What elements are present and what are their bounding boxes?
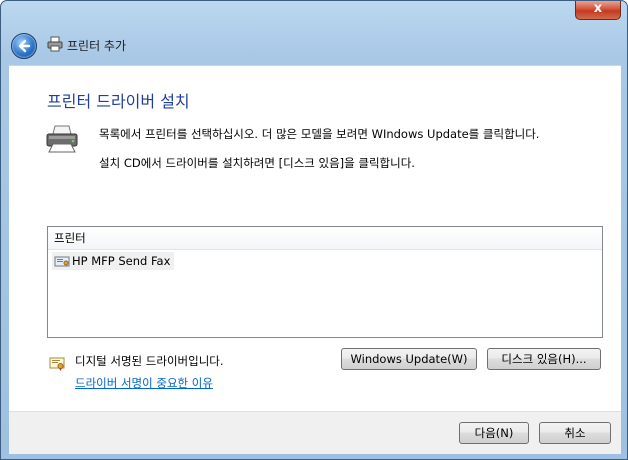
list-column-header[interactable]: 프린터: [48, 227, 602, 250]
dialog-window: x 프린터 추가 프린터 드라이버 설치 목록에서 프린터를 선택하십시오. 더…: [0, 0, 628, 460]
printer-listbox[interactable]: 프린터 HP MFP Send Fax: [47, 226, 603, 338]
list-item[interactable]: HP MFP Send Fax: [52, 252, 175, 270]
list-item-label: HP MFP Send Fax: [72, 254, 171, 268]
instruction-text: 목록에서 프린터를 선택하십시오. 더 많은 모델을 보려면 WIndows U…: [99, 127, 540, 141]
page-title: 프린터 드라이버 설치: [47, 92, 190, 111]
back-arrow-icon: [18, 39, 31, 53]
signature-status: 디지털 서명된 드라이버입니다.: [75, 354, 224, 368]
cancel-button[interactable]: 취소: [539, 422, 611, 444]
close-icon: x: [593, 1, 603, 16]
next-button[interactable]: 다음(N): [459, 422, 529, 444]
printer-icon: [47, 36, 63, 52]
close-button[interactable]: x: [575, 1, 621, 20]
back-button[interactable]: [11, 33, 37, 59]
windows-update-button[interactable]: Windows Update(W): [341, 348, 477, 370]
signature-info-link[interactable]: 드라이버 서명이 중요한 이유: [75, 375, 213, 391]
fax-printer-icon: [54, 256, 70, 267]
footer-bar: 다음(N) 취소: [9, 411, 621, 454]
content-area: 프린터 드라이버 설치 목록에서 프린터를 선택하십시오. 더 많은 모델을 보…: [9, 65, 621, 412]
navigation-bar: 프린터 추가: [9, 25, 621, 65]
certificate-icon: [49, 357, 65, 371]
printer-icon: [46, 125, 78, 153]
instruction-text-cd: 설치 CD에서 드라이버를 설치하려면 [디스크 있음]을 클릭합니다.: [99, 156, 415, 170]
have-disk-button[interactable]: 디스크 있음(H)...: [487, 348, 601, 370]
window-title: 프린터 추가: [67, 39, 127, 53]
